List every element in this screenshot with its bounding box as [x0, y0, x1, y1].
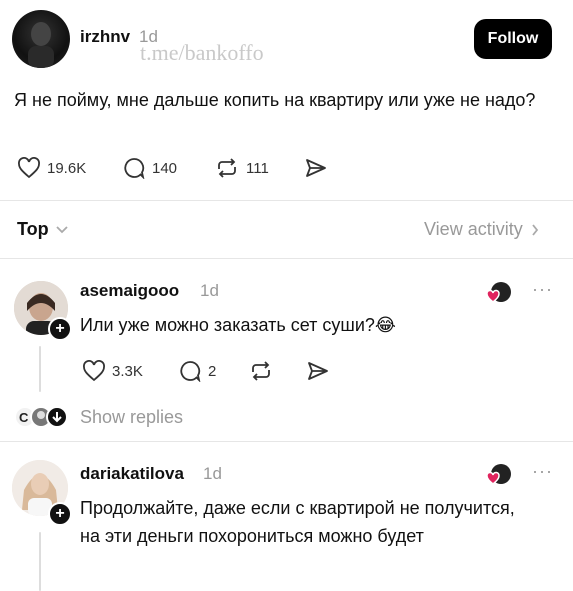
reply-text: Продолжайте, даже если с квартирой не по… — [80, 498, 515, 546]
send-icon — [306, 159, 326, 177]
sort-dropdown[interactable]: Top — [17, 219, 69, 240]
reply-username[interactable]: dariakatilova — [80, 464, 184, 484]
comment-button[interactable]: 2 — [178, 360, 216, 382]
send-icon — [308, 362, 328, 380]
reply-username[interactable]: asemaigooo — [80, 281, 179, 301]
view-activity-label: View activity — [424, 219, 523, 239]
repost-button[interactable] — [248, 360, 274, 382]
comment-icon — [180, 361, 201, 382]
show-replies-link[interactable]: Show replies — [80, 407, 183, 428]
like-count: 19.6K — [47, 159, 87, 177]
reply-time: 1d — [200, 281, 219, 300]
follow-plus-button[interactable]: + — [48, 502, 72, 526]
reply-time: 1d — [203, 464, 222, 483]
replier-avatars[interactable]: C — [14, 406, 70, 433]
share-button[interactable] — [306, 361, 330, 381]
divider — [0, 441, 573, 442]
repost-icon — [218, 158, 236, 178]
watermark: t.me/bankoffo — [140, 40, 264, 65]
like-button[interactable]: 3.3K — [82, 360, 143, 382]
divider — [0, 200, 573, 201]
chevron-right-icon — [532, 223, 538, 236]
comment-button[interactable]: 140 — [122, 157, 177, 179]
repost-count: 111 — [246, 159, 269, 177]
share-button[interactable] — [304, 158, 328, 178]
repost-icon — [252, 361, 270, 381]
like-count: 3.3K — [112, 362, 143, 380]
follow-button[interactable]: Follow — [474, 19, 552, 59]
sort-label: Top — [17, 219, 49, 239]
follow-plus-button[interactable]: + — [48, 317, 72, 341]
chevron-down-icon — [56, 225, 68, 233]
view-activity-link[interactable]: View activity — [424, 219, 539, 240]
more-options-icon[interactable]: ··· — [532, 279, 553, 300]
reply-text: Или уже можно заказать сет суши?😂 — [80, 315, 396, 335]
svg-text:C: C — [19, 410, 29, 425]
divider — [0, 258, 573, 259]
repost-button[interactable]: 111 — [214, 157, 269, 179]
comment-icon — [124, 158, 145, 179]
thread-line — [39, 532, 41, 591]
author-liked-badge — [485, 280, 513, 313]
post-avatar[interactable] — [12, 10, 70, 68]
heart-icon — [18, 157, 40, 179]
like-button[interactable]: 19.6K — [17, 157, 86, 179]
more-options-icon[interactable]: ··· — [532, 461, 553, 482]
author-liked-badge — [485, 462, 513, 495]
post-text: Я не пойму, мне дальше копить на квартир… — [14, 90, 536, 110]
thread-line — [39, 346, 41, 392]
post-username[interactable]: irzhnv — [80, 27, 130, 47]
comment-count: 140 — [152, 159, 178, 177]
heart-icon — [83, 360, 105, 382]
comment-count: 2 — [208, 362, 217, 380]
